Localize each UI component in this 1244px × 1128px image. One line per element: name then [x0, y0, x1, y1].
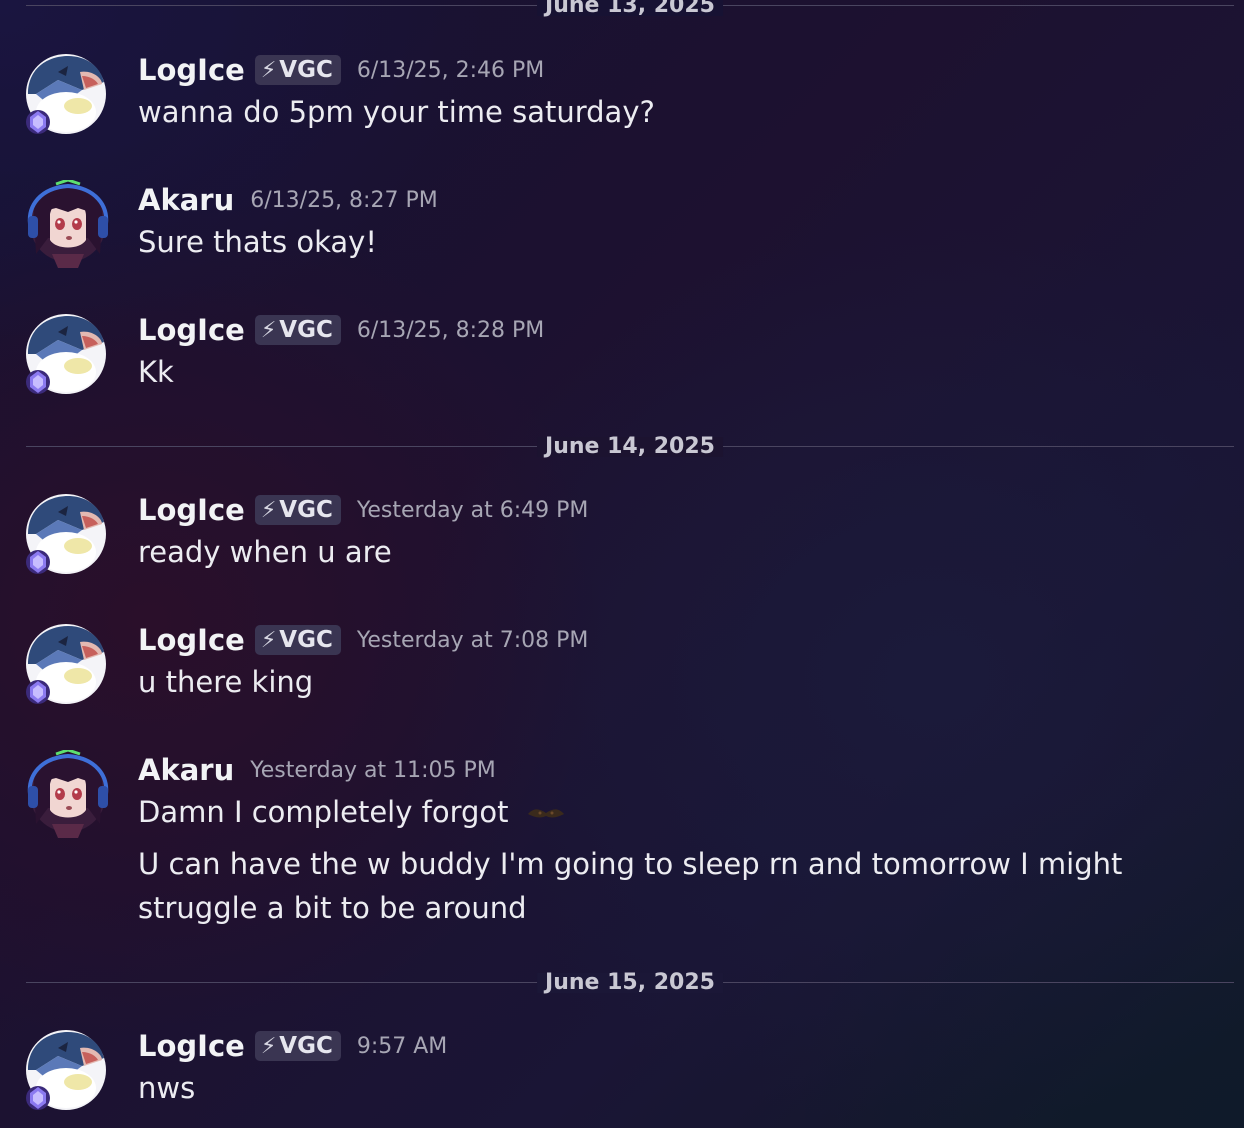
- date-divider: June 14, 2025: [26, 436, 1234, 458]
- timestamp[interactable]: 6/13/25, 8:28 PM: [357, 318, 544, 343]
- lightning-bolt-icon: ⚡: [260, 1033, 277, 1059]
- server-tag-label: VGC: [279, 497, 333, 523]
- date-divider-label: June 13, 2025: [537, 0, 723, 17]
- username[interactable]: LogIce: [138, 53, 245, 87]
- server-tag[interactable]: ⚡ VGC: [254, 55, 341, 85]
- date-divider: June 15, 2025: [26, 972, 1234, 994]
- date-divider-label: June 14, 2025: [537, 436, 723, 458]
- message-header: LogIce ⚡ VGC 6/13/25, 8:28 PM: [138, 310, 544, 350]
- timestamp[interactable]: 6/13/25, 2:46 PM: [357, 58, 544, 83]
- avatar-akaru[interactable]: [22, 750, 110, 838]
- message-text: Damn I completely forgot: [138, 795, 509, 829]
- date-divider: June 13, 2025: [26, 0, 1234, 17]
- message-text: Kk: [138, 355, 174, 389]
- server-tag[interactable]: ⚡ VGC: [254, 625, 341, 655]
- timestamp[interactable]: 9:57 AM: [357, 1034, 447, 1059]
- timestamp[interactable]: Yesterday at 11:05 PM: [250, 758, 496, 783]
- server-tag-label: VGC: [279, 1033, 333, 1059]
- message-text: nws: [138, 1071, 196, 1105]
- timestamp[interactable]: Yesterday at 6:49 PM: [357, 498, 589, 523]
- message-header: LogIce ⚡ VGC 6/13/25, 2:46 PM: [138, 50, 544, 90]
- lightning-bolt-icon: ⚡: [260, 317, 277, 343]
- lightning-bolt-icon: ⚡: [260, 57, 277, 83]
- message-text-line: Damn I completely forgot: [138, 792, 566, 832]
- message-header: LogIce ⚡ VGC Yesterday at 6:49 PM: [138, 490, 588, 530]
- avatar-logice[interactable]: [22, 50, 110, 138]
- message-header: LogIce ⚡ VGC Yesterday at 7:08 PM: [138, 620, 588, 660]
- avatar-logice[interactable]: [22, 490, 110, 578]
- lightning-bolt-icon: ⚡: [260, 497, 277, 523]
- username[interactable]: Akaru: [138, 183, 234, 217]
- message-header: Akaru Yesterday at 11:05 PM: [138, 750, 496, 790]
- server-tag[interactable]: ⚡ VGC: [254, 495, 341, 525]
- date-divider-label: June 15, 2025: [537, 972, 723, 994]
- message-text: u there king: [138, 665, 314, 699]
- username[interactable]: Akaru: [138, 753, 234, 787]
- custom-emoji-icon[interactable]: [526, 805, 566, 823]
- lightning-bolt-icon: ⚡: [260, 627, 277, 653]
- avatar-akaru[interactable]: [22, 180, 110, 268]
- username[interactable]: LogIce: [138, 313, 245, 347]
- avatar-logice[interactable]: [22, 310, 110, 398]
- message-text: wanna do 5pm your time saturday?: [138, 95, 655, 129]
- username[interactable]: LogIce: [138, 493, 245, 527]
- avatar-logice[interactable]: [22, 620, 110, 708]
- timestamp[interactable]: Yesterday at 7:08 PM: [357, 628, 589, 653]
- server-tag[interactable]: ⚡ VGC: [254, 315, 341, 345]
- server-tag-label: VGC: [279, 627, 333, 653]
- server-tag[interactable]: ⚡ VGC: [254, 1031, 341, 1061]
- username[interactable]: LogIce: [138, 623, 245, 657]
- message-header: Akaru 6/13/25, 8:27 PM: [138, 180, 438, 220]
- username[interactable]: LogIce: [138, 1029, 245, 1063]
- server-tag-label: VGC: [279, 57, 333, 83]
- timestamp[interactable]: 6/13/25, 8:27 PM: [250, 188, 437, 213]
- server-tag-label: VGC: [279, 317, 333, 343]
- message-text: U can have the w buddy I'm going to slee…: [138, 847, 1123, 925]
- avatar-logice[interactable]: [22, 1026, 110, 1114]
- message-text: ready when u are: [138, 535, 392, 569]
- message-text: Sure thats okay!: [138, 225, 377, 259]
- message-header: LogIce ⚡ VGC 9:57 AM: [138, 1026, 447, 1066]
